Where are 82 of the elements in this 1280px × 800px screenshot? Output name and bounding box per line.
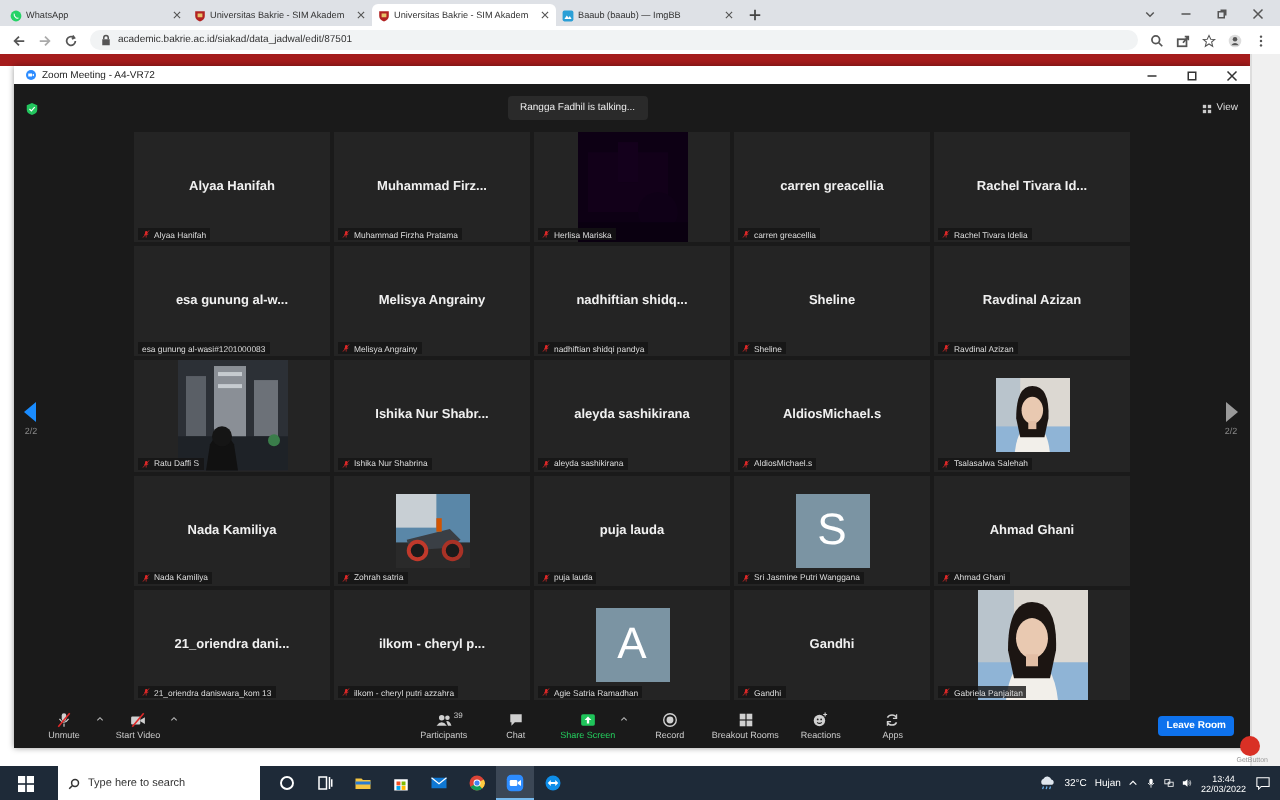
video-camera-icon[interactable] — [506, 773, 524, 791]
task-view-icon[interactable] — [316, 774, 334, 792]
chevron-icon[interactable] — [1144, 8, 1156, 20]
close-icon[interactable] — [1252, 8, 1264, 20]
caret-icon[interactable] — [170, 716, 178, 722]
muted-mic-icon — [342, 573, 350, 582]
muted-mic-icon — [56, 712, 72, 728]
minimize-icon[interactable] — [1180, 8, 1192, 20]
shield-check-icon[interactable] — [26, 101, 38, 115]
windows-start-icon[interactable] — [18, 775, 34, 791]
shield-icon — [194, 9, 206, 21]
muted-mic-icon — [342, 230, 350, 239]
microphone-icon[interactable] — [1146, 778, 1157, 788]
avatar-initial: A — [595, 607, 669, 682]
muted-mic-icon — [742, 688, 750, 696]
circle-icon[interactable] — [278, 774, 296, 792]
muted-mic-icon — [142, 688, 150, 696]
apps-icon — [884, 712, 901, 728]
muted-mic-icon — [942, 573, 950, 582]
shield-icon — [378, 9, 390, 21]
muted-mic-icon — [742, 573, 750, 582]
muted-mic-icon — [542, 230, 550, 239]
profile-icon[interactable] — [1228, 33, 1242, 47]
muted-mic-icon — [342, 344, 350, 353]
restore-icon[interactable] — [1216, 8, 1228, 20]
muted-mic-icon — [942, 688, 950, 696]
zoom-lens-icon[interactable] — [1150, 33, 1164, 47]
close-icon[interactable] — [540, 10, 550, 20]
next-page-icon[interactable] — [1224, 401, 1238, 421]
video-off-icon — [130, 712, 146, 728]
new-tab-icon[interactable] — [748, 8, 762, 22]
chat-icon — [507, 712, 524, 728]
muted-mic-icon — [342, 459, 350, 468]
close-icon[interactable] — [1226, 69, 1238, 81]
close-icon[interactable] — [172, 10, 182, 20]
muted-mic-icon — [742, 230, 750, 239]
notifications-icon[interactable] — [1254, 776, 1272, 790]
muted-mic-icon — [742, 344, 750, 353]
network-icon[interactable] — [1164, 778, 1175, 788]
muted-mic-icon — [942, 459, 950, 468]
muted-mic-icon — [542, 573, 550, 582]
muted-mic-icon — [142, 230, 150, 239]
chat-bubble-icon — [10, 9, 22, 21]
caret-icon[interactable] — [619, 716, 628, 722]
record-icon — [661, 712, 678, 728]
arrows-icon[interactable] — [544, 774, 562, 792]
muted-mic-icon — [142, 459, 150, 468]
browser-icon[interactable] — [468, 774, 486, 792]
mail-icon[interactable] — [430, 774, 448, 792]
close-icon[interactable] — [724, 10, 734, 20]
back-icon[interactable] — [12, 33, 26, 47]
folder-icon[interactable] — [354, 774, 372, 792]
muted-mic-icon — [342, 688, 350, 696]
reload-icon[interactable] — [64, 33, 78, 47]
avatar-initial: S — [795, 493, 869, 568]
muted-mic-icon — [542, 688, 550, 696]
chevron-up-icon[interactable] — [1128, 778, 1139, 788]
muted-mic-icon — [942, 344, 950, 353]
share-icon[interactable] — [1176, 33, 1190, 47]
menu-icon[interactable] — [1254, 33, 1268, 47]
image-icon — [562, 9, 574, 21]
lock-icon — [100, 34, 112, 46]
search-icon — [68, 777, 80, 789]
breakout-rooms-icon — [737, 712, 754, 728]
muted-mic-icon — [142, 573, 150, 582]
grid-icon[interactable] — [1202, 103, 1213, 113]
star-icon[interactable] — [1202, 33, 1216, 47]
minimize-icon[interactable] — [1146, 69, 1158, 81]
close-icon[interactable] — [356, 10, 366, 20]
maximize-icon[interactable] — [1186, 69, 1198, 81]
muted-mic-icon — [542, 459, 550, 468]
muted-mic-icon — [542, 344, 550, 353]
caret-icon[interactable] — [96, 716, 104, 722]
muted-mic-icon — [742, 459, 750, 468]
speaker-icon[interactable] — [1182, 778, 1193, 788]
share-screen-icon — [579, 712, 596, 728]
rain-cloud-icon — [1038, 776, 1057, 790]
participants-icon — [435, 712, 452, 728]
muted-mic-icon — [942, 230, 950, 239]
reactions-icon — [812, 712, 829, 728]
previous-page-icon[interactable] — [24, 401, 38, 421]
shopping-bag-icon[interactable] — [392, 774, 410, 792]
